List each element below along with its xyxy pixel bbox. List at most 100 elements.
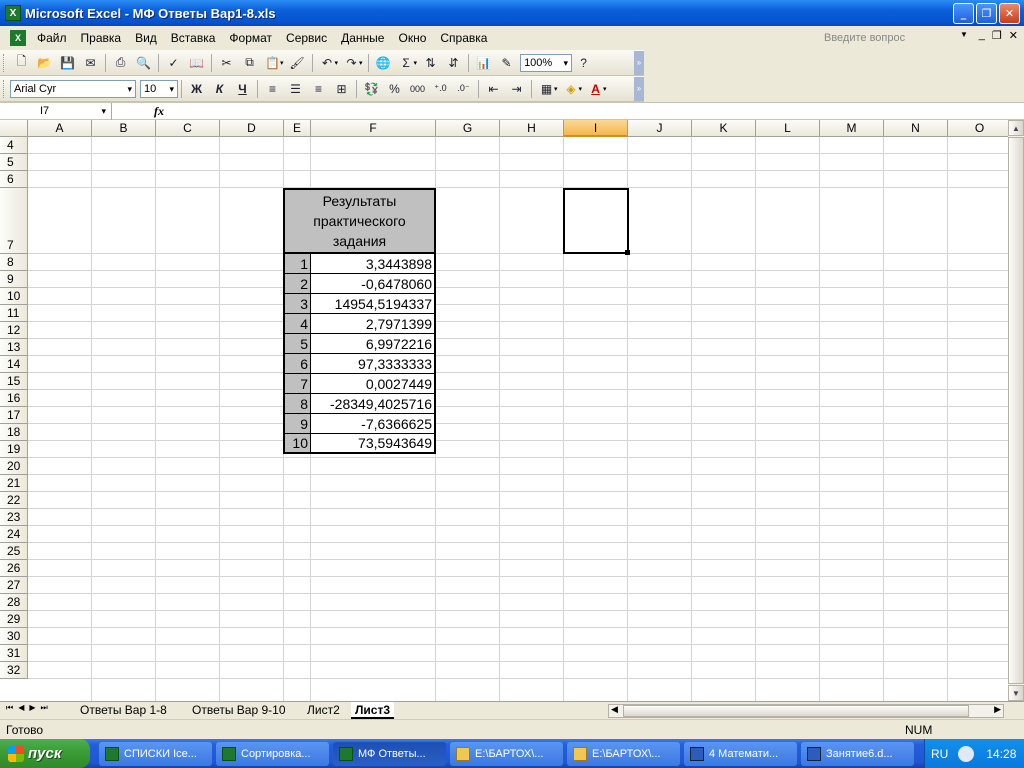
- row-header[interactable]: 20: [0, 458, 28, 475]
- taskbar-item[interactable]: СПИСКИ Ice...: [99, 742, 212, 766]
- scroll-left-icon[interactable]: ◀: [611, 704, 618, 715]
- result-index-cell[interactable]: 8: [283, 394, 311, 414]
- bold-button[interactable]: Ж: [185, 78, 208, 100]
- row-header[interactable]: 32: [0, 662, 28, 679]
- font-size-select[interactable]: 10: [140, 79, 178, 98]
- chart-wizard-icon[interactable]: 📊: [472, 52, 495, 74]
- row-header[interactable]: 15: [0, 373, 28, 390]
- taskbar-item-active[interactable]: МФ Ответы...: [333, 742, 446, 766]
- row-header[interactable]: 27: [0, 577, 28, 594]
- result-index-cell[interactable]: 7: [283, 374, 311, 394]
- last-sheet-icon[interactable]: ⏭: [41, 703, 48, 713]
- row-header[interactable]: 5: [0, 154, 28, 171]
- row-header[interactable]: 14: [0, 356, 28, 373]
- scroll-up-icon[interactable]: ▲: [1008, 120, 1024, 136]
- start-button[interactable]: пуск: [0, 739, 90, 768]
- active-cell-i7[interactable]: [563, 188, 629, 254]
- row-header[interactable]: 24: [0, 526, 28, 543]
- tab-otvety-var-1-8[interactable]: Ответы Вар 1-8: [76, 702, 171, 719]
- zoom-select[interactable]: 100%: [520, 53, 573, 72]
- align-left-icon[interactable]: ≡: [261, 78, 284, 100]
- row-header[interactable]: 23: [0, 509, 28, 526]
- format-painter-icon[interactable]: 🖌: [286, 52, 309, 74]
- help-icon[interactable]: ?: [572, 52, 595, 74]
- currency-icon[interactable]: 💱: [360, 78, 383, 100]
- result-value-cell[interactable]: -0,6478060: [311, 274, 436, 294]
- column-header[interactable]: A: [28, 120, 92, 137]
- tab-list2[interactable]: Лист2: [303, 702, 344, 719]
- decrease-decimal-icon[interactable]: .0⁻: [452, 78, 475, 100]
- hyperlink-icon[interactable]: 🌐: [372, 52, 395, 74]
- menu-window[interactable]: Окно: [391, 31, 433, 45]
- result-value-cell[interactable]: 14954,5194337: [311, 294, 436, 314]
- result-value-cell[interactable]: 2,7971399: [311, 314, 436, 334]
- sort-descending-icon[interactable]: ⇵: [442, 52, 465, 74]
- increase-decimal-icon[interactable]: ⁺.0: [429, 78, 452, 100]
- align-right-icon[interactable]: ≡: [307, 78, 330, 100]
- menu-file[interactable]: Файл: [30, 31, 74, 45]
- column-header[interactable]: D: [220, 120, 284, 137]
- autosum-dropdown-icon[interactable]: ▾: [414, 59, 418, 67]
- percent-icon[interactable]: %: [383, 78, 406, 100]
- row-header[interactable]: 22: [0, 492, 28, 509]
- cut-icon[interactable]: ✂: [215, 52, 238, 74]
- taskbar-item[interactable]: E:\БАРТОХ\...: [567, 742, 680, 766]
- toolbar-grip[interactable]: [3, 53, 7, 72]
- tray-app-icon[interactable]: [958, 745, 975, 762]
- merge-center-icon[interactable]: ⊞: [330, 78, 353, 100]
- ask-dropdown-icon[interactable]: ▼: [960, 30, 968, 39]
- taskbar-item[interactable]: E:\БАРТОХ\...: [450, 742, 563, 766]
- worksheet-grid[interactable]: A B C D E F G H I J K L M N O 4 5 6 7 8 9 10 11…: [0, 120, 1008, 701]
- row-header[interactable]: 9: [0, 271, 28, 288]
- select-all-corner[interactable]: [0, 120, 28, 137]
- fill-color-dropdown-icon[interactable]: ▾: [579, 85, 583, 93]
- row-header[interactable]: 19: [0, 441, 28, 458]
- menu-help[interactable]: Справка: [433, 31, 494, 45]
- sort-ascending-icon[interactable]: ⇅: [419, 52, 442, 74]
- doc-minimize-button[interactable]: _: [979, 29, 985, 42]
- align-center-icon[interactable]: ☰: [284, 78, 307, 100]
- spelling-icon[interactable]: ✓: [162, 52, 185, 74]
- doc-restore-button[interactable]: ❐: [992, 29, 1002, 42]
- underline-button[interactable]: Ч: [231, 78, 254, 100]
- column-header[interactable]: H: [500, 120, 564, 137]
- result-index-cell[interactable]: 5: [283, 334, 311, 354]
- row-header[interactable]: 11: [0, 305, 28, 322]
- copy-icon[interactable]: ⧉: [238, 52, 261, 74]
- menu-view[interactable]: Вид: [128, 31, 164, 45]
- paste-dropdown-icon[interactable]: ▾: [280, 59, 284, 67]
- research-icon[interactable]: 📖: [185, 52, 208, 74]
- first-sheet-icon[interactable]: ⏮: [6, 703, 13, 713]
- result-index-cell[interactable]: 2: [283, 274, 311, 294]
- result-index-cell[interactable]: 10: [283, 434, 311, 454]
- drawing-icon[interactable]: ✎: [495, 52, 518, 74]
- row-header[interactable]: 12: [0, 322, 28, 339]
- result-value-cell[interactable]: 6,9972216: [311, 334, 436, 354]
- menu-edit[interactable]: Правка: [74, 31, 129, 45]
- restore-button[interactable]: ❐: [976, 3, 997, 24]
- font-color-dropdown-icon[interactable]: ▾: [603, 85, 607, 93]
- column-header-selected[interactable]: I: [564, 120, 628, 137]
- toolbar-options-icon[interactable]: »: [634, 76, 644, 101]
- tab-otvety-var-9-10[interactable]: Ответы Вар 9-10: [188, 702, 290, 719]
- italic-button[interactable]: К: [208, 78, 231, 100]
- column-header[interactable]: G: [436, 120, 500, 137]
- row-header[interactable]: 17: [0, 407, 28, 424]
- row-header[interactable]: 10: [0, 288, 28, 305]
- ask-question-input[interactable]: Введите вопрос: [818, 30, 970, 46]
- open-icon[interactable]: 📂: [33, 52, 56, 74]
- row-header[interactable]: 7: [0, 188, 28, 254]
- row-header[interactable]: 18: [0, 424, 28, 441]
- column-header[interactable]: K: [692, 120, 756, 137]
- toolbar-grip[interactable]: [3, 79, 7, 98]
- menu-tools[interactable]: Сервис: [279, 31, 334, 45]
- result-index-cell[interactable]: 3: [283, 294, 311, 314]
- column-header[interactable]: B: [92, 120, 156, 137]
- row-header[interactable]: 21: [0, 475, 28, 492]
- horizontal-scrollbar[interactable]: ◀ ▶: [608, 704, 1004, 718]
- results-header-cell[interactable]: Результаты практического задания: [283, 188, 436, 254]
- menu-insert[interactable]: Вставка: [164, 31, 223, 45]
- font-name-select[interactable]: Arial Cyr: [10, 79, 136, 98]
- menu-format[interactable]: Формат: [222, 31, 279, 45]
- result-value-cell[interactable]: 73,5943649: [311, 434, 436, 454]
